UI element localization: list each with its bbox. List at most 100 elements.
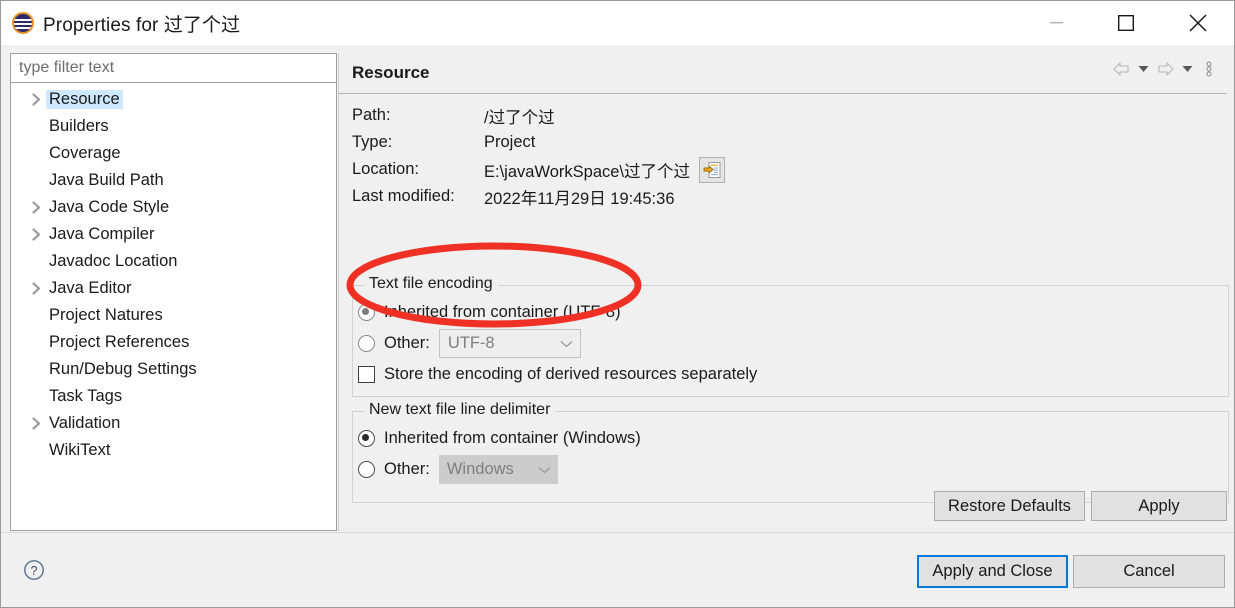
property-value: Project — [484, 133, 536, 151]
line-delimiter-group: New text file line delimiter Inherited f… — [352, 401, 1229, 503]
back-chevron-down-icon[interactable] — [1133, 59, 1153, 79]
delimiter-other-radio[interactable] — [358, 461, 375, 478]
sidebar-item-project-natures[interactable]: Project Natures — [11, 302, 336, 329]
property-label: Last modified: — [352, 187, 455, 205]
property-label: Type: — [352, 133, 393, 151]
sidebar-item-java-editor[interactable]: Java Editor — [11, 275, 336, 302]
sidebar-item-project-references[interactable]: Project References — [11, 329, 336, 356]
resource-properties: Path: /过了个过 Type: Project Location: E:\j… — [352, 102, 726, 210]
encoding-inherited-radio[interactable] — [358, 304, 375, 321]
encoding-select[interactable]: UTF-8 — [438, 329, 581, 358]
group-title: Text file encoding — [364, 275, 498, 293]
sidebar-item-label: Project Natures — [49, 305, 163, 324]
window-controls — [1032, 1, 1234, 45]
chevron-right-icon[interactable] — [27, 194, 46, 221]
window-title: Properties for 过了个过 — [43, 14, 241, 36]
chevron-right-icon[interactable] — [27, 221, 46, 248]
settings-tree: Resource Builders Coverage Java Build Path J… — [11, 84, 336, 530]
store-separately-checkbox-row[interactable]: Store the encoding of derived resources … — [353, 359, 1228, 390]
chevron-down-icon — [532, 466, 558, 474]
sidebar-item-resource[interactable]: Resource — [11, 86, 336, 113]
delimiter-select-value: Windows — [446, 460, 514, 478]
chevron-right-icon[interactable] — [27, 275, 46, 302]
text-file-encoding-group: Text file encoding Inherited from contai… — [352, 275, 1229, 397]
property-value: /过了个过 — [484, 108, 555, 127]
sidebar-item-label: Project References — [49, 332, 190, 351]
sidebar-item-label: Java Editor — [49, 278, 132, 297]
maximize-icon[interactable] — [1102, 1, 1150, 45]
sidebar-item-label: Java Build Path — [49, 170, 164, 189]
sidebar-item-label: Coverage — [49, 143, 121, 162]
encoding-select-value: UTF-8 — [447, 334, 495, 352]
delimiter-other-radio-row[interactable]: Other: Windows — [353, 454, 1228, 485]
sidebar-item-run-debug-settings[interactable]: Run/Debug Settings — [11, 356, 336, 383]
sidebar-item-label: Validation — [49, 413, 121, 432]
sidebar-item-validation[interactable]: Validation — [11, 410, 336, 437]
back-arrow-icon[interactable] — [1111, 59, 1131, 79]
forward-arrow-icon[interactable] — [1155, 59, 1175, 79]
chevron-down-icon — [554, 340, 580, 348]
title-bar: Properties for 过了个过 — [1, 1, 1234, 45]
close-icon[interactable] — [1174, 1, 1222, 45]
delimiter-inherited-radio-row[interactable]: Inherited from container (Windows) — [353, 423, 1228, 454]
sidebar-item-label: WikiText — [49, 440, 111, 459]
store-separately-checkbox[interactable] — [358, 366, 375, 383]
page-title: Resource — [352, 63, 430, 82]
property-row-last-modified: Last modified: 2022年11月29日 19:45:36 — [352, 183, 725, 210]
forward-chevron-down-icon[interactable] — [1177, 59, 1197, 79]
delimiter-other-label: Other: — [384, 460, 430, 478]
sidebar-item-label: Java Code Style — [49, 197, 170, 216]
encoding-other-label: Other: — [384, 334, 430, 352]
delimiter-inherited-radio[interactable] — [358, 430, 375, 447]
property-value: E:\javaWorkSpace\过了个过 — [484, 162, 691, 181]
encoding-other-radio[interactable] — [358, 335, 375, 352]
store-separately-label: Store the encoding of derived resources … — [384, 365, 758, 383]
resource-page-panel: Resource Path: /过了个过 Type: Project Locat… — [338, 53, 1229, 531]
sidebar-item-coverage[interactable]: Coverage — [11, 140, 336, 167]
filter-input[interactable] — [11, 54, 336, 83]
dialog-footer: ? Apply and Close Cancel — [1, 532, 1234, 607]
encoding-inherited-label: Inherited from container (UTF-8) — [384, 303, 621, 321]
sidebar-item-task-tags[interactable]: Task Tags — [11, 383, 336, 410]
sidebar-item-builders[interactable]: Builders — [11, 113, 336, 140]
chevron-right-icon[interactable] — [27, 410, 46, 437]
apply-and-close-button[interactable]: Apply and Close — [917, 555, 1068, 588]
delimiter-select[interactable]: Windows — [438, 455, 558, 484]
property-row-location: Location: E:\javaWorkSpace\过了个过 — [352, 156, 726, 183]
sidebar-item-label: Resource — [46, 89, 123, 110]
help-circle-icon[interactable]: ? — [23, 559, 45, 581]
more-vertical-icon[interactable] — [1199, 59, 1219, 79]
property-row-path: Path: /过了个过 — [352, 102, 725, 129]
property-label: Location: — [352, 160, 419, 178]
cancel-button[interactable]: Cancel — [1073, 555, 1225, 588]
sidebar-item-java-build-path[interactable]: Java Build Path — [11, 167, 336, 194]
open-external-icon[interactable] — [699, 156, 726, 183]
sidebar-item-wikitext[interactable]: WikiText — [11, 437, 336, 464]
eclipse-logo-icon — [12, 12, 34, 34]
sidebar-item-java-compiler[interactable]: Java Compiler — [11, 221, 336, 248]
apply-button[interactable]: Apply — [1091, 491, 1227, 521]
sidebar-item-label: Javadoc Location — [49, 251, 178, 270]
sidebar-item-label: Run/Debug Settings — [49, 359, 197, 378]
encoding-other-radio-row[interactable]: Other: UTF-8 — [353, 328, 1228, 359]
encoding-inherited-radio-row[interactable]: Inherited from container (UTF-8) — [353, 297, 1228, 328]
sidebar-item-javadoc-location[interactable]: Javadoc Location — [11, 248, 336, 275]
content-header: Resource — [339, 53, 1227, 94]
page-toolbar — [1111, 59, 1219, 79]
svg-text:?: ? — [31, 564, 38, 578]
minimize-icon[interactable] — [1032, 1, 1080, 45]
settings-tree-panel: Resource Builders Coverage Java Build Path J… — [10, 53, 337, 531]
restore-defaults-button[interactable]: Restore Defaults — [934, 491, 1085, 521]
property-value: 2022年11月29日 19:45:36 — [484, 189, 675, 208]
sidebar-item-java-code-style[interactable]: Java Code Style — [11, 194, 336, 221]
chevron-right-icon[interactable] — [27, 86, 46, 113]
